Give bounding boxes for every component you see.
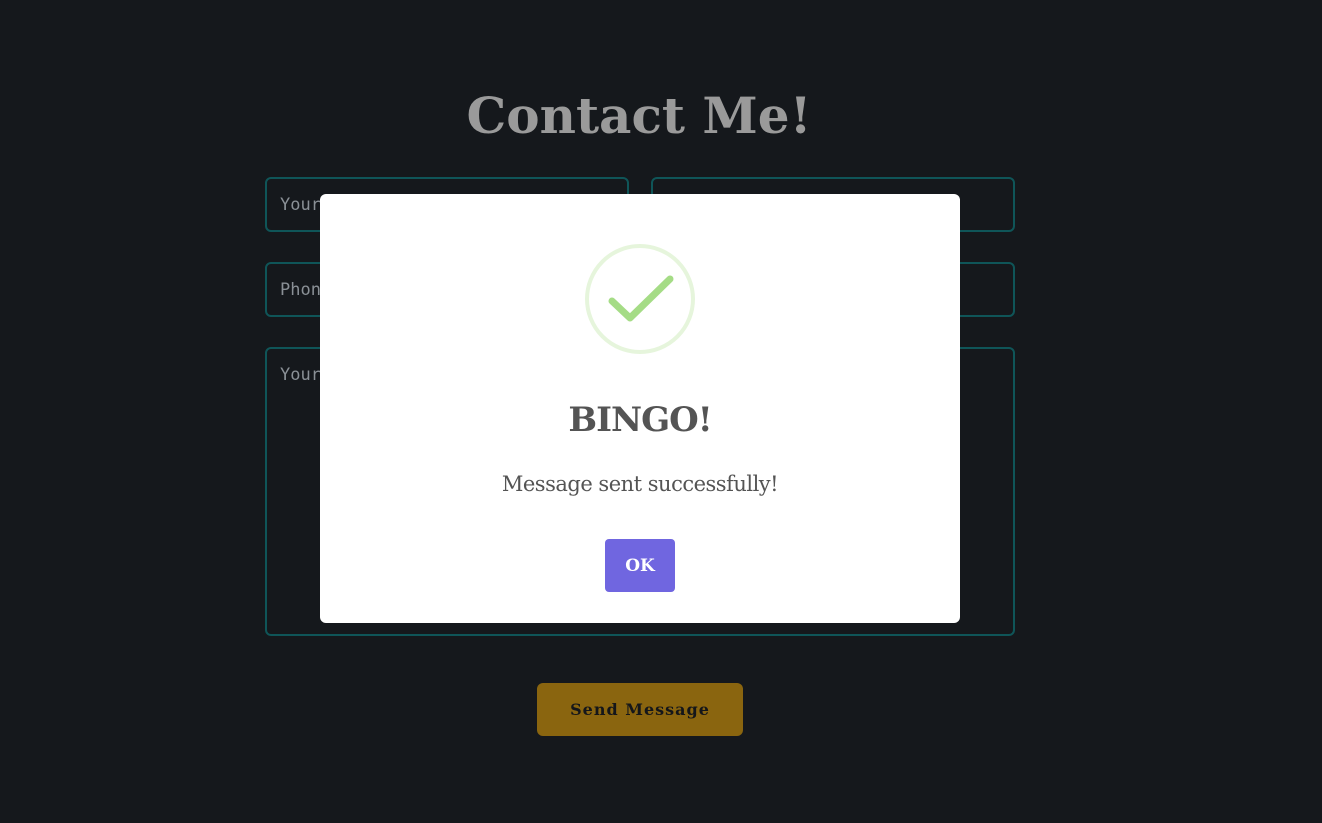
success-check-icon (585, 244, 695, 354)
dialog-title: BINGO! (568, 400, 712, 440)
ok-button[interactable]: OK (605, 539, 675, 592)
contact-page: Contact Me! Send Message BINGO! Message … (0, 0, 1322, 823)
success-dialog: BINGO! Message sent successfully! OK (320, 194, 960, 623)
dialog-message: Message sent successfully! (501, 472, 779, 496)
